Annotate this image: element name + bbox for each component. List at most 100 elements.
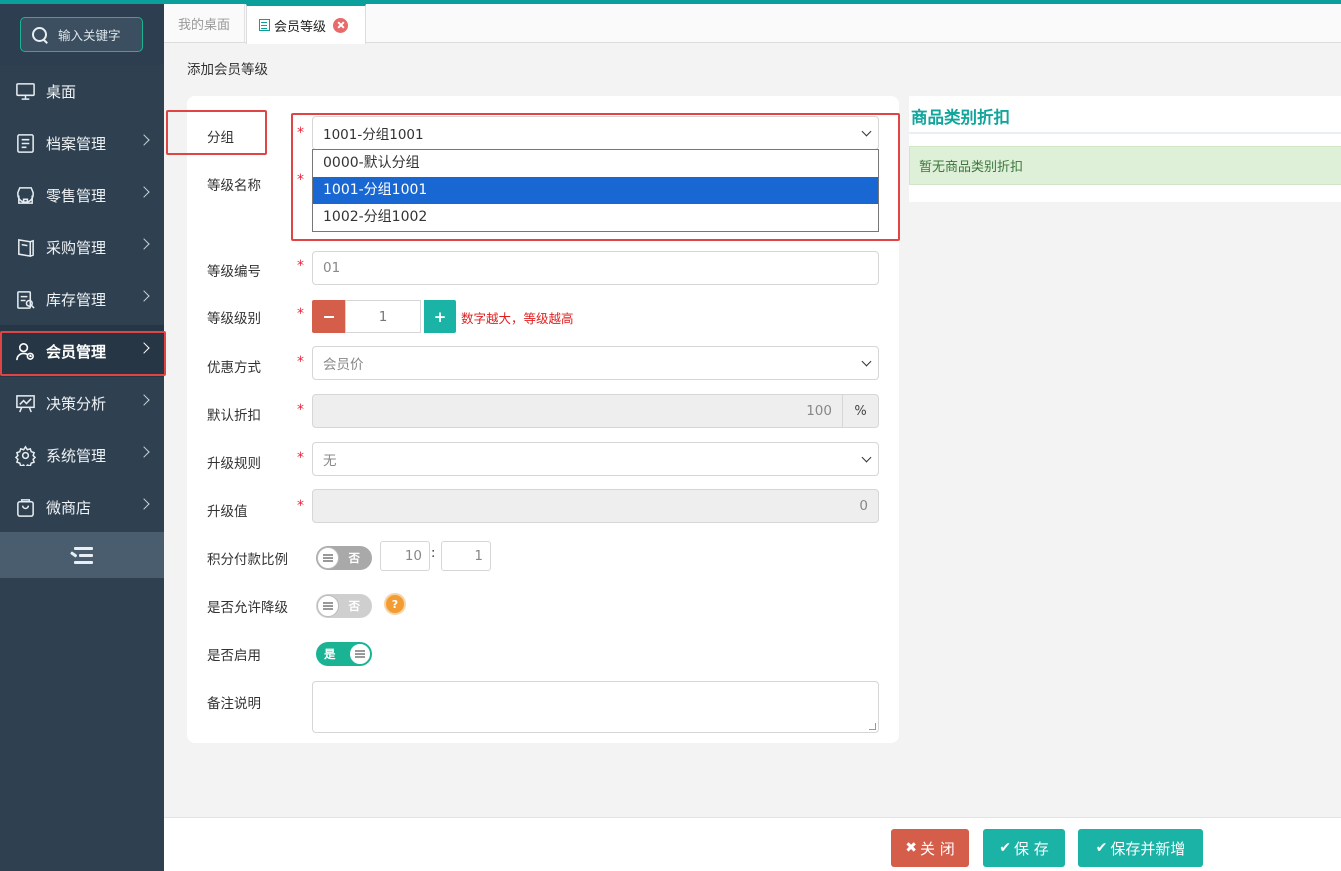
sidebar-item-inventory[interactable]: 库存管理 [0, 273, 164, 325]
required-mark: * [297, 172, 304, 188]
close-tab-icon[interactable] [333, 17, 349, 33]
tab-bar: 我的桌面 会员等级 [164, 4, 1341, 44]
toggle-knob [349, 643, 371, 665]
chevron-right-icon [138, 238, 150, 250]
gear-icon [14, 444, 36, 466]
document-icon [259, 19, 270, 31]
footer-actions: ✖ 关 闭 ✔ 保 存 ✔ 保存并新增 [164, 817, 1341, 871]
member-level-form: 分组 * 1001-分组1001 等级名称 * 等级编号 * 01 等级级别 *… [187, 96, 899, 743]
close-icon: ✖ [905, 840, 917, 856]
sidebar-item-label: 系统管理 [46, 446, 107, 465]
points-ratio-toggle[interactable]: 否 [316, 546, 372, 570]
category-discount-title: 商品类别折扣 [911, 108, 1010, 127]
allow-downgrade-label: 是否允许降级 [207, 600, 288, 616]
sidebar-item-microshop[interactable]: 微商店 [0, 481, 164, 533]
sidebar: 输入关键字 桌面 档案管理 零售管理 采购管理 库存管理 会员管理 决策分析 系… [0, 4, 164, 871]
required-mark: * [297, 402, 304, 418]
sidebar-item-desktop[interactable]: 桌面 [0, 65, 164, 117]
toggle-text: 是 [324, 647, 336, 661]
search-icon [31, 26, 49, 44]
sidebar-item-archive[interactable]: 档案管理 [0, 117, 164, 169]
allow-downgrade-toggle[interactable]: 否 [316, 594, 372, 618]
member-icon [14, 340, 36, 362]
divider [909, 132, 1341, 134]
enabled-label: 是否启用 [207, 648, 261, 664]
sidebar-item-label: 采购管理 [46, 238, 107, 257]
sidebar-item-label: 微商店 [46, 498, 92, 517]
rank-decrease-button[interactable] [312, 300, 345, 333]
required-mark: * [297, 125, 304, 141]
points-ratio-label: 积分付款比例 [207, 552, 288, 568]
sidebar-item-label: 库存管理 [46, 290, 107, 309]
page-title: 添加会员等级 [187, 62, 268, 78]
group-dropdown-list: 0000-默认分组 1001-分组1001 1002-分组1002 [312, 149, 879, 232]
tab-member-level[interactable]: 会员等级 [246, 4, 366, 44]
check-icon: ✔ [999, 840, 1011, 856]
chevron-right-icon [138, 290, 150, 302]
toggle-knob [317, 595, 339, 617]
group-select[interactable]: 1001-分组1001 [312, 116, 879, 150]
group-option[interactable]: 1002-分组1002 [313, 204, 878, 231]
help-icon[interactable]: ? [384, 593, 406, 615]
shopping-bag-icon [14, 496, 36, 518]
upgrade-value-label: 升级值 [207, 504, 248, 520]
required-mark: * [297, 258, 304, 274]
chevron-right-icon [138, 186, 150, 198]
remark-textarea[interactable] [312, 681, 879, 733]
empty-alert: 暂无商品类别折扣 [909, 146, 1341, 185]
percent-addon: % [843, 394, 879, 428]
remark-label: 备注说明 [207, 696, 261, 712]
search-placeholder: 输入关键字 [58, 28, 121, 43]
sidebar-item-member[interactable]: 会员管理 [0, 325, 164, 377]
enabled-toggle[interactable]: 是 [316, 642, 372, 666]
sidebar-item-label: 桌面 [46, 82, 77, 101]
discount-mode-select[interactable]: 会员价 [312, 346, 879, 380]
points-ratio-left-input[interactable]: 10 [380, 541, 430, 571]
store-icon [14, 184, 36, 206]
level-code-label: 等级编号 [207, 264, 261, 280]
required-mark: * [297, 306, 304, 322]
chevron-right-icon [138, 134, 150, 146]
toggle-knob [317, 547, 339, 569]
toggle-text: 否 [348, 551, 361, 565]
upgrade-value-input: 0 [312, 489, 879, 523]
group-option-selected[interactable]: 1001-分组1001 [313, 177, 878, 204]
points-ratio-right-input[interactable]: 1 [441, 541, 491, 571]
sidebar-collapse-button[interactable] [0, 532, 164, 578]
archive-icon [14, 132, 36, 154]
rank-hint: 数字越大，等级越高 [461, 311, 574, 326]
upgrade-rule-label: 升级规则 [207, 456, 261, 472]
sidebar-item-label: 档案管理 [46, 134, 107, 153]
save-and-new-button-label: 保存并新增 [1110, 839, 1186, 858]
group-label: 分组 [207, 130, 234, 146]
sidebar-item-purchase[interactable]: 采购管理 [0, 221, 164, 273]
close-button[interactable]: ✖ 关 闭 [891, 829, 969, 867]
group-option[interactable]: 0000-默认分组 [313, 150, 878, 177]
inventory-icon [14, 288, 36, 310]
default-discount-label: 默认折扣 [207, 408, 261, 424]
chevron-right-icon [138, 446, 150, 458]
sidebar-item-label: 会员管理 [46, 342, 107, 361]
ratio-separator: : [431, 546, 436, 561]
sidebar-item-label: 零售管理 [46, 186, 107, 205]
level-code-input[interactable]: 01 [312, 251, 879, 285]
check-icon: ✔ [1095, 840, 1108, 856]
sidebar-nav: 桌面 档案管理 零售管理 采购管理 库存管理 会员管理 决策分析 系统管理 微商… [0, 65, 164, 533]
save-and-new-button[interactable]: ✔ 保存并新增 [1078, 829, 1203, 867]
sidebar-item-retail[interactable]: 零售管理 [0, 169, 164, 221]
rank-value-input[interactable]: 1 [345, 300, 421, 333]
category-discount-panel: 商品类别折扣 暂无商品类别折扣 [909, 96, 1341, 202]
tab-my-desktop[interactable]: 我的桌面 [164, 4, 245, 43]
save-button-label: 保 存 [1013, 839, 1049, 858]
rank-increase-button[interactable]: + [424, 300, 456, 333]
sidebar-item-system[interactable]: 系统管理 [0, 429, 164, 481]
required-mark: * [297, 354, 304, 370]
tab-label: 我的桌面 [177, 18, 230, 33]
book-icon [14, 236, 36, 258]
search-input[interactable]: 输入关键字 [20, 17, 143, 52]
sidebar-item-analysis[interactable]: 决策分析 [0, 377, 164, 429]
chevron-right-icon [138, 498, 150, 510]
save-button[interactable]: ✔ 保 存 [983, 829, 1065, 867]
collapse-menu-icon [70, 546, 93, 564]
upgrade-rule-select[interactable]: 无 [312, 442, 879, 476]
